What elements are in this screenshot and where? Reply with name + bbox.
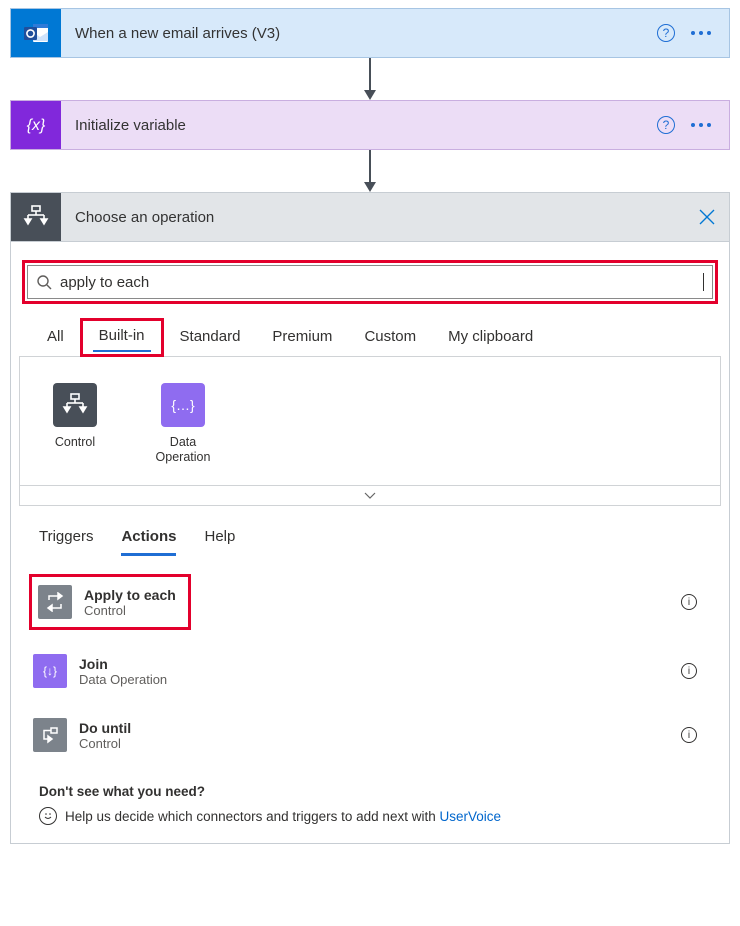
loop-icon (38, 585, 72, 619)
result-subtitle: Control (84, 603, 176, 618)
choose-operation-panel: All Built-in Standard Premium Custom My … (10, 242, 730, 844)
connector-control[interactable]: Control (40, 383, 110, 465)
search-highlight (22, 260, 718, 304)
chevron-down-icon (364, 492, 376, 500)
info-icon[interactable]: i (681, 594, 697, 610)
control-connector-icon (11, 193, 61, 241)
connector-label: Data Operation (148, 435, 218, 465)
step-email-trigger[interactable]: When a new email arrives (V3) ? (10, 8, 730, 58)
search-input[interactable] (60, 274, 701, 291)
step-initvar-title: Initialize variable (61, 101, 657, 149)
uservoice-link[interactable]: UserVoice (439, 809, 501, 824)
sub-tab-help[interactable]: Help (204, 528, 235, 556)
choose-operation-title: Choose an operation (61, 193, 685, 241)
help-icon[interactable]: ? (657, 24, 675, 42)
tab-built-in[interactable]: Built-in (80, 318, 164, 357)
result-apply-to-each[interactable]: Apply to each Control (34, 579, 186, 625)
flow-arrow-icon (362, 58, 378, 100)
control-icon (53, 383, 97, 427)
info-icon[interactable]: i (681, 727, 697, 743)
result-highlight: Apply to each Control (29, 574, 191, 630)
more-menu-button[interactable] (691, 123, 711, 127)
collapse-toggle[interactable] (19, 486, 721, 506)
search-box[interactable] (27, 265, 713, 299)
outlook-icon (11, 9, 61, 57)
more-menu-button[interactable] (691, 31, 711, 35)
text-cursor (703, 273, 704, 291)
sub-tab-triggers[interactable]: Triggers (39, 528, 93, 556)
connector-data-operation[interactable]: {…} Data Operation (148, 383, 218, 465)
action-results: Apply to each Control i {↓} Join Data Op… (19, 556, 721, 762)
step-email-title: When a new email arrives (V3) (61, 9, 657, 57)
result-title: Do until (79, 720, 131, 736)
result-subtitle: Data Operation (79, 672, 167, 687)
flow-arrow-icon (362, 150, 378, 192)
step-init-variable[interactable]: {x} Initialize variable ? (10, 100, 730, 150)
smile-icon (39, 807, 57, 825)
result-title: Apply to each (84, 587, 176, 603)
search-icon (36, 274, 52, 290)
close-button[interactable] (685, 193, 729, 241)
tab-custom[interactable]: Custom (348, 322, 432, 357)
sub-tabs: Triggers Actions Help (19, 506, 721, 556)
connector-grid: Control {…} Data Operation (19, 356, 721, 486)
footer-text: Help us decide which connectors and trig… (65, 809, 439, 824)
tab-all[interactable]: All (31, 322, 80, 357)
tab-premium[interactable]: Premium (256, 322, 348, 357)
result-do-until[interactable]: Do until Control (29, 708, 135, 762)
sub-tab-actions[interactable]: Actions (121, 528, 176, 556)
result-title: Join (79, 656, 167, 672)
join-icon: {↓} (33, 654, 67, 688)
category-tabs: All Built-in Standard Premium Custom My … (19, 322, 721, 357)
footer-question: Don't see what you need? (39, 784, 701, 799)
svg-text:{…}: {…} (171, 397, 195, 413)
footer: Don't see what you need? Help us decide … (19, 762, 721, 833)
variable-icon: {x} (11, 101, 61, 149)
tab-my-clipboard[interactable]: My clipboard (432, 322, 549, 357)
data-operation-icon: {…} (161, 383, 205, 427)
connector-label: Control (55, 435, 95, 450)
svg-text:{↓}: {↓} (43, 664, 57, 678)
result-subtitle: Control (79, 736, 131, 751)
help-icon[interactable]: ? (657, 116, 675, 134)
choose-operation-header: Choose an operation (10, 192, 730, 242)
result-join[interactable]: {↓} Join Data Operation (29, 644, 171, 698)
svg-text:{x}: {x} (27, 117, 46, 134)
do-until-icon (33, 718, 67, 752)
tab-standard[interactable]: Standard (164, 322, 257, 357)
info-icon[interactable]: i (681, 663, 697, 679)
